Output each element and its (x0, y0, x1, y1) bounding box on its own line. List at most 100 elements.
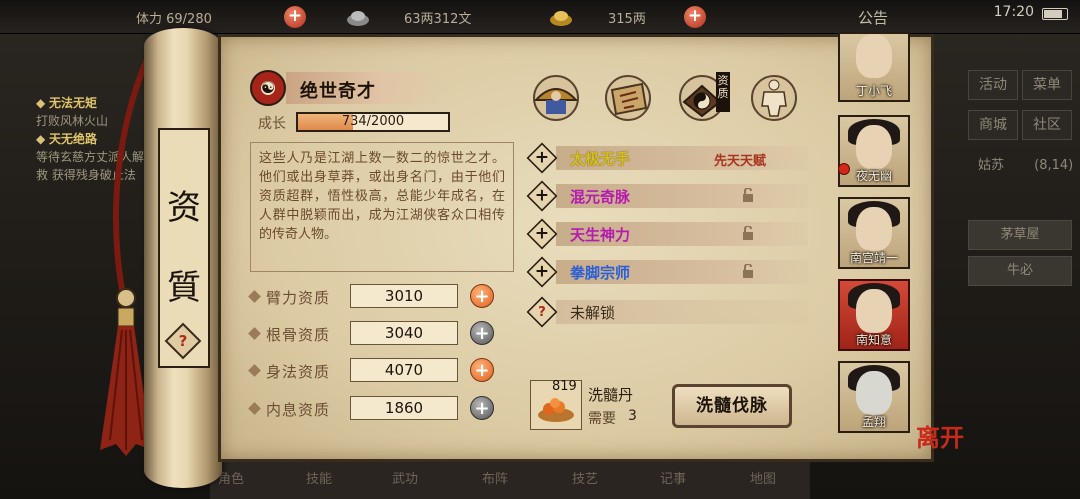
question-icon: ? (526, 296, 558, 328)
community-button[interactable]: 社区 (1022, 110, 1072, 140)
battery-icon (1042, 8, 1068, 20)
nav-arts[interactable]: 技艺 (572, 468, 598, 487)
location-coords: (8,14) (1034, 158, 1074, 173)
location-slot[interactable]: 茅草屋 (968, 220, 1072, 250)
locked-skill-row: ? 未解锁 (526, 296, 808, 328)
stat-label: 臂力资质 (266, 289, 331, 307)
stat-value: 1860 (350, 396, 458, 420)
roster-name: 丁小飞 (855, 84, 892, 98)
skill-row[interactable]: + 拳脚宗师 (526, 256, 808, 288)
add-stamina-button[interactable]: + (284, 6, 306, 28)
nav-map[interactable]: 地图 (750, 468, 776, 487)
portrait (856, 207, 892, 251)
yin-yang-icon: ☯ (250, 70, 286, 106)
roster-card[interactable]: 南宫靖一 (838, 197, 910, 269)
stat-label: 内息资质 (266, 401, 331, 419)
add-skill-icon: + (526, 142, 558, 174)
stat-value: 3010 (350, 284, 458, 308)
wash-marrow-button[interactable]: 洗髓伐脉 (672, 384, 792, 428)
stat-label: 根骨资质 (266, 326, 331, 344)
skill-name: 天生神力 (570, 226, 631, 244)
portrait (856, 125, 892, 169)
location-name: 姑苏 (978, 158, 1005, 173)
lock-icon (743, 188, 753, 202)
lock-icon (743, 226, 753, 240)
increase-strength-button[interactable]: + (470, 284, 494, 308)
tab-selected-label: 资质 (716, 72, 730, 112)
nav-martial[interactable]: 武功 (392, 468, 418, 487)
roster-name: 南知意 (855, 333, 892, 347)
lock-icon (743, 264, 753, 278)
unlock-label: 未解锁 (570, 304, 616, 322)
title-char: 質 (167, 268, 201, 308)
stat-row: 身法资质 4070 + (248, 358, 500, 384)
stat-row: 根骨资质 3040 + (248, 321, 500, 347)
stat-value: 3040 (350, 321, 458, 345)
skill-row[interactable]: + 太极无手 先天天赋 (526, 142, 808, 174)
leave-button[interactable]: 离开 (916, 418, 964, 453)
stat-value: 4070 (350, 358, 458, 382)
title-char: 资 (167, 188, 201, 228)
skill-tag: 先天天赋 (714, 154, 767, 169)
growth-value: 734/2000 (341, 114, 405, 129)
gold-text: 315两 (608, 12, 646, 27)
portrait (856, 34, 892, 78)
talent-description: 这些人乃是江湖上数一数二的惊世之才。他们或出身草莽，或出身名门，由于他们资质超群… (250, 142, 514, 272)
add-gold-button[interactable]: + (684, 6, 706, 28)
roster-card[interactable]: 夜无幽 (838, 115, 910, 187)
stat-row: 内息资质 1860 + (248, 396, 500, 422)
map-scroll-icon[interactable] (602, 72, 654, 124)
item-count: 819 (552, 379, 577, 394)
item-name: 洗髓丹 (588, 386, 634, 404)
gold-icon (550, 11, 572, 26)
diamond-icon (248, 290, 261, 303)
notification-dot (838, 163, 850, 175)
add-skill-icon: + (526, 180, 558, 212)
body-icon[interactable] (748, 72, 800, 124)
clock: 17:20 (993, 4, 1034, 20)
skill-row[interactable]: + 混元奇脉 (526, 180, 808, 212)
silver-icon (347, 11, 369, 26)
portrait (856, 289, 892, 333)
add-skill-icon: + (526, 256, 558, 288)
portrait (856, 371, 892, 415)
stat-label: 身法资质 (266, 363, 331, 381)
growth-bar: 734/2000 (296, 112, 450, 132)
item-need-label: 需要 (588, 411, 616, 427)
growth-label: 成长 (258, 116, 286, 132)
diamond-icon (248, 364, 261, 377)
activity-button[interactable]: 活动 (968, 70, 1018, 100)
skill-row[interactable]: + 天生神力 (526, 218, 808, 250)
nav-skills[interactable]: 技能 (306, 468, 332, 487)
menu-button[interactable]: 菜单 (1022, 70, 1072, 100)
nav-journal[interactable]: 记事 (660, 468, 686, 487)
skill-name: 拳脚宗师 (570, 264, 631, 282)
roster-card[interactable]: 孟翔 (838, 361, 910, 433)
roster-card[interactable]: 丁小飞 (838, 32, 910, 102)
top-status-bar: 体力 69/280 + 63两312文 315两 + 公告 17:20 (0, 0, 1080, 34)
diamond-icon (248, 327, 261, 340)
stat-row: 臂力资质 3010 + (248, 284, 500, 310)
increase-internal-button[interactable]: + (470, 396, 494, 420)
increase-agility-button[interactable]: + (470, 358, 494, 382)
roster-name: 夜无幽 (855, 169, 892, 183)
roster-name: 南宫靖一 (849, 251, 898, 265)
item-need-value: 3 (628, 408, 637, 424)
location-slot[interactable]: 牛必 (968, 256, 1072, 286)
shop-button[interactable]: 商城 (968, 110, 1018, 140)
notice-button[interactable]: 公告 (858, 7, 888, 28)
bottom-nav-bar: 角色 技能 武功 布阵 技艺 记事 地图 (210, 460, 810, 499)
roster-card-selected[interactable]: 南知意 (838, 279, 910, 351)
diamond-icon (248, 402, 261, 415)
skill-name: 太极无手 (570, 150, 631, 168)
stamina-text: 体力 69/280 (136, 12, 212, 27)
skill-name: 混元奇脉 (570, 188, 631, 206)
straw-hat-icon[interactable] (530, 72, 582, 124)
talent-name: 绝世奇才 (300, 81, 376, 102)
nav-formation[interactable]: 布阵 (482, 468, 508, 487)
increase-constitution-button[interactable]: + (470, 321, 494, 345)
silver-text: 63两312文 (404, 12, 472, 27)
roster-name: 孟翔 (861, 415, 886, 429)
quest-title: 无法无矩 (49, 96, 98, 110)
add-skill-icon: + (526, 218, 558, 250)
